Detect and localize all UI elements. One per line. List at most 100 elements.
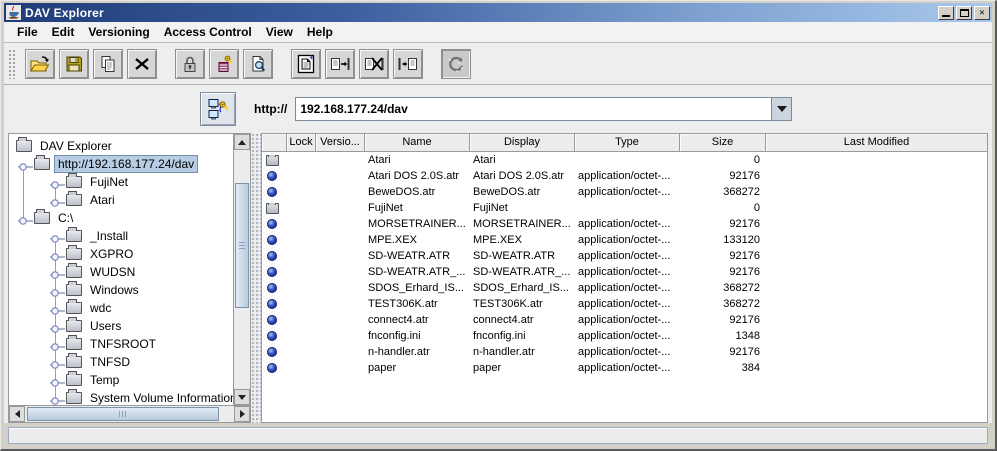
tree-item[interactable]: WUDSN: [9, 263, 233, 281]
delete-x-icon: [132, 54, 152, 74]
menu-item[interactable]: Edit: [45, 23, 82, 41]
tree-toggle-icon[interactable]: [49, 357, 65, 367]
tree-toggle-icon[interactable]: [49, 375, 65, 385]
table-row[interactable]: paper paper application/octet-... 384: [262, 360, 987, 376]
table-row[interactable]: Atari Atari 0: [262, 152, 987, 168]
tree-horizontal-scrollbar[interactable]: [9, 405, 250, 422]
scroll-up-button[interactable]: [234, 134, 250, 150]
table-row[interactable]: FujiNet FujiNet 0: [262, 200, 987, 216]
tree-item[interactable]: wdc: [9, 299, 233, 317]
table-row[interactable]: MORSETRAINER... MORSETRAINER... applicat…: [262, 216, 987, 232]
copy-button[interactable]: [93, 49, 123, 79]
splitter-handle[interactable]: [251, 133, 261, 423]
table-row[interactable]: SD-WEATR.ATR_... SD-WEATR.ATR_... applic…: [262, 264, 987, 280]
table-row[interactable]: connect4.atr connect4.atr application/oc…: [262, 312, 987, 328]
scroll-thumb[interactable]: [27, 407, 219, 421]
table-row[interactable]: fnconfig.ini fnconfig.ini application/oc…: [262, 328, 987, 344]
tree-toggle-icon[interactable]: [49, 303, 65, 313]
tree-toggle-icon[interactable]: [49, 393, 65, 403]
scroll-track[interactable]: [25, 406, 234, 422]
connect-button[interactable]: [200, 92, 236, 126]
tree-toggle-icon[interactable]: [17, 159, 33, 169]
preview-button[interactable]: [243, 49, 273, 79]
tree-toggle-icon[interactable]: [49, 267, 65, 277]
table-row[interactable]: n-handler.atr n-handler.atr application/…: [262, 344, 987, 360]
url-input[interactable]: [296, 98, 771, 120]
get-document-button[interactable]: [393, 49, 423, 79]
unlock-button[interactable]: [209, 49, 239, 79]
java-app-icon: [6, 5, 21, 20]
table-row[interactable]: BeweDOS.atr BeweDOS.atr application/octe…: [262, 184, 987, 200]
cell-size: 0: [680, 202, 766, 214]
view-document-button[interactable]: [291, 49, 321, 79]
tree-toggle-icon[interactable]: [49, 249, 65, 259]
tree-item[interactable]: C:\: [9, 209, 233, 227]
lock-button[interactable]: [175, 49, 205, 79]
column-header-version[interactable]: Versio...: [316, 134, 365, 152]
scroll-thumb[interactable]: [235, 183, 249, 307]
tree-item[interactable]: Users: [9, 317, 233, 335]
scroll-right-button[interactable]: [234, 406, 250, 422]
tree-item[interactable]: TNFSD: [9, 353, 233, 371]
tree-toggle-icon[interactable]: [49, 195, 65, 205]
save-button[interactable]: [59, 49, 89, 79]
tree-toggle-icon[interactable]: [17, 213, 33, 223]
tree-item[interactable]: http://192.168.177.24/dav: [9, 155, 233, 173]
tree-toggle-icon[interactable]: [49, 339, 65, 349]
menu-item[interactable]: Access Control: [157, 23, 259, 41]
table-row[interactable]: TEST306K.atr TEST306K.atr application/oc…: [262, 296, 987, 312]
tree-item[interactable]: XGPRO: [9, 245, 233, 263]
column-header-name[interactable]: Name: [365, 134, 470, 152]
table-row[interactable]: SD-WEATR.ATR SD-WEATR.ATR application/oc…: [262, 248, 987, 264]
menu-item[interactable]: Versioning: [81, 23, 156, 41]
column-header-icon[interactable]: [262, 134, 287, 152]
resource-icon: [266, 155, 279, 166]
toolbar-grip[interactable]: [8, 49, 17, 79]
column-header-size[interactable]: Size: [680, 134, 766, 152]
table-row[interactable]: Atari DOS 2.0S.atr Atari DOS 2.0S.atr ap…: [262, 168, 987, 184]
table-row[interactable]: MPE.XEX MPE.XEX application/octet-... 13…: [262, 232, 987, 248]
menu-item[interactable]: View: [259, 23, 300, 41]
column-header-display[interactable]: Display: [470, 134, 575, 152]
refresh-icon: [445, 53, 467, 75]
scroll-left-button[interactable]: [9, 406, 25, 422]
column-header-modified[interactable]: Last Modified: [766, 134, 987, 152]
resource-type-cell: [262, 267, 287, 277]
column-header-type[interactable]: Type: [575, 134, 680, 152]
tree-toggle-icon[interactable]: [49, 177, 65, 187]
scroll-down-button[interactable]: [234, 389, 250, 405]
tree-toggle-icon[interactable]: [49, 231, 65, 241]
tree-toggle-icon[interactable]: [49, 285, 65, 295]
close-button[interactable]: ✕: [974, 6, 990, 20]
open-button[interactable]: [25, 49, 55, 79]
cell-type: application/octet-...: [575, 170, 680, 182]
menu-item[interactable]: Help: [300, 23, 340, 41]
url-dropdown-button[interactable]: [771, 98, 791, 120]
toolbar: [4, 43, 992, 85]
protocol-label: http://: [254, 102, 287, 116]
maximize-button[interactable]: [956, 6, 972, 20]
abort-put-button[interactable]: [359, 49, 389, 79]
column-header-lock[interactable]: Lock: [287, 134, 316, 152]
menu-item[interactable]: File: [10, 23, 45, 41]
cell-type: application/octet-...: [575, 186, 680, 198]
tree-item[interactable]: FujiNet: [9, 173, 233, 191]
delete-button[interactable]: [127, 49, 157, 79]
tree-item[interactable]: System Volume Information: [9, 389, 233, 405]
put-document-button[interactable]: [325, 49, 355, 79]
refresh-button[interactable]: [441, 49, 471, 79]
table-row[interactable]: SDOS_Erhard_IS... SDOS_Erhard_IS... appl…: [262, 280, 987, 296]
title-bar[interactable]: DAV Explorer ✕: [4, 3, 992, 22]
tree-item[interactable]: TNFSROOT: [9, 335, 233, 353]
scroll-track[interactable]: [234, 150, 250, 389]
tree-item[interactable]: Temp: [9, 371, 233, 389]
cell-type: application/octet-...: [575, 346, 680, 358]
tree-toggle-icon[interactable]: [49, 321, 65, 331]
tree-vertical-scrollbar[interactable]: [233, 134, 250, 405]
tree-item[interactable]: Windows: [9, 281, 233, 299]
tree-item[interactable]: DAV Explorer: [9, 137, 233, 155]
tree-item[interactable]: _Install: [9, 227, 233, 245]
tree-item[interactable]: Atari: [9, 191, 233, 209]
tree-item-label: WUDSN: [86, 263, 139, 281]
minimize-button[interactable]: [938, 6, 954, 20]
